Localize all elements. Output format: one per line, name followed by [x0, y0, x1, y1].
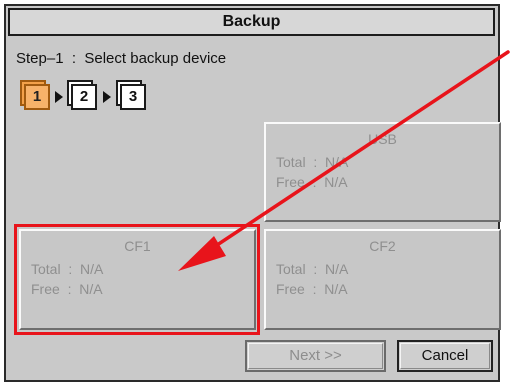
annotation-arrow-icon — [178, 50, 510, 271]
